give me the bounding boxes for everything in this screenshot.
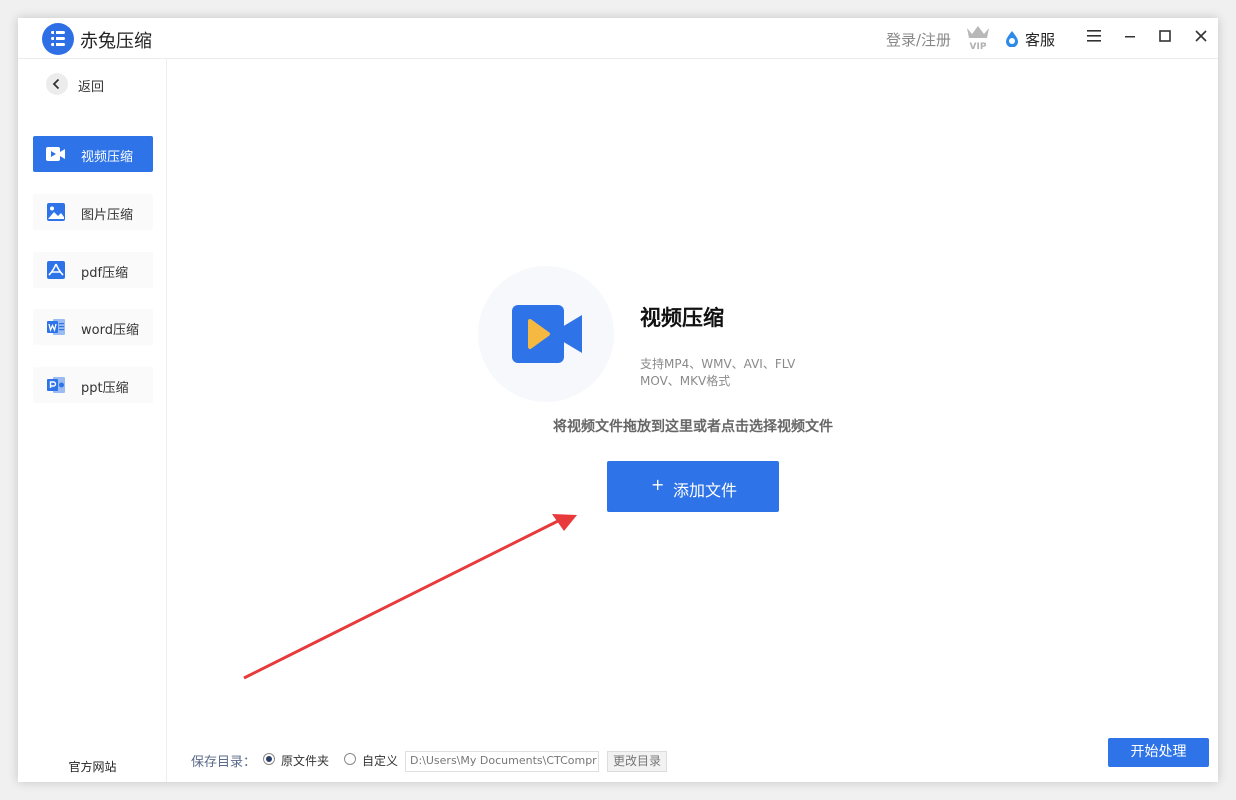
sidebar-item-image[interactable]: 图片压缩 bbox=[33, 194, 153, 230]
video-icon bbox=[46, 147, 65, 161]
ppt-icon bbox=[47, 377, 65, 393]
svg-text:VIP: VIP bbox=[970, 42, 987, 51]
sidebar-item-video[interactable]: 视频压缩 bbox=[33, 136, 153, 172]
sidebar-item-label: ppt压缩 bbox=[81, 381, 129, 396]
hamburger-icon[interactable] bbox=[1084, 28, 1104, 48]
add-file-label: 添加文件 bbox=[673, 481, 738, 500]
video-camera-icon bbox=[512, 305, 582, 363]
sidebar-item-ppt[interactable]: ppt压缩 bbox=[33, 367, 153, 403]
change-dir-button[interactable]: 更改目录 bbox=[607, 751, 667, 772]
minimize-icon[interactable] bbox=[1120, 28, 1140, 48]
title-bar: 赤兔压缩 登录/注册 VIP 客服 bbox=[18, 18, 1218, 59]
save-dir-label: 保存目录： bbox=[191, 755, 257, 770]
supported-formats-line1: 支持MP4、WMV、AVI、FLV bbox=[640, 357, 796, 371]
drop-zone-hint[interactable]: 将视频文件拖放到这里或者点击选择视频文件 bbox=[318, 416, 1068, 436]
annotation-arrow bbox=[243, 514, 577, 680]
sidebar-item-pdf[interactable]: pdf压缩 bbox=[33, 252, 153, 288]
plus-icon: + bbox=[651, 475, 665, 494]
output-path-input[interactable]: D:\Users\My Documents\CTCompr bbox=[405, 751, 599, 772]
image-icon bbox=[47, 203, 65, 221]
start-process-button[interactable]: 开始处理 bbox=[1108, 738, 1209, 767]
sidebar-item-label: word压缩 bbox=[81, 323, 139, 338]
support-droplet-icon[interactable] bbox=[1005, 31, 1019, 47]
back-label: 返回 bbox=[78, 80, 105, 95]
app-window: 赤兔压缩 登录/注册 VIP 客服 返回 视频压缩 图片压缩 pdf压缩 wor… bbox=[18, 18, 1218, 782]
radio-custom-label[interactable]: 自定义 bbox=[362, 752, 398, 769]
page-title: 视频压缩 bbox=[640, 306, 724, 330]
sidebar: 返回 视频压缩 图片压缩 pdf压缩 word压缩 ppt压缩 官方网站 bbox=[18, 59, 167, 782]
word-icon bbox=[47, 319, 65, 335]
app-title: 赤兔压缩 bbox=[80, 31, 152, 52]
sidebar-item-label: pdf压缩 bbox=[81, 266, 129, 281]
support-link[interactable]: 客服 bbox=[1025, 29, 1055, 50]
official-site-link[interactable]: 官方网站 bbox=[18, 758, 167, 775]
pdf-icon bbox=[47, 261, 65, 279]
sidebar-item-label: 图片压缩 bbox=[81, 208, 134, 223]
vip-crown-icon[interactable]: VIP bbox=[964, 23, 992, 51]
sidebar-item-label: 视频压缩 bbox=[81, 150, 134, 165]
app-logo-icon bbox=[42, 23, 74, 55]
add-file-button[interactable]: + 添加文件 bbox=[607, 461, 779, 512]
close-icon[interactable] bbox=[1191, 28, 1211, 48]
radio-custom[interactable] bbox=[344, 753, 356, 765]
maximize-icon[interactable] bbox=[1155, 28, 1175, 48]
chevron-left-icon bbox=[46, 73, 68, 95]
radio-original-folder[interactable] bbox=[263, 753, 275, 765]
radio-original-folder-label[interactable]: 原文件夹 bbox=[281, 752, 329, 769]
supported-formats-line2: MOV、MKV格式 bbox=[640, 374, 731, 388]
sidebar-item-word[interactable]: word压缩 bbox=[33, 309, 153, 345]
login-register-link[interactable]: 登录/注册 bbox=[886, 29, 951, 50]
